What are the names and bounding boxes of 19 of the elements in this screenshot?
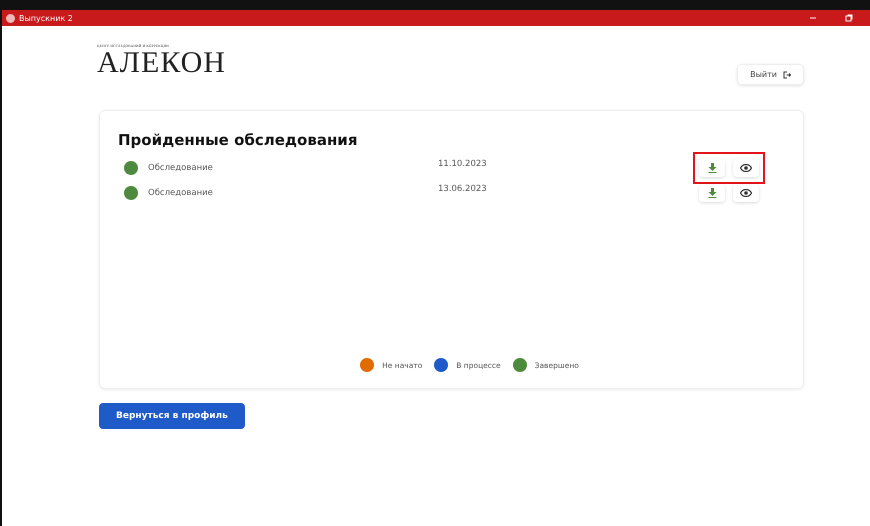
window-title: Выпускник 2 bbox=[19, 14, 74, 22]
card-title: Пройденные обследования bbox=[118, 131, 358, 149]
logo-text: АЛЕКОН bbox=[97, 48, 226, 78]
logout-icon bbox=[783, 70, 791, 78]
download-icon bbox=[708, 188, 716, 198]
survey-name: Обследование bbox=[148, 188, 214, 198]
app-icon bbox=[6, 14, 15, 22]
survey-name: Обследование bbox=[148, 162, 214, 172]
eye-icon bbox=[740, 188, 752, 196]
view-button[interactable] bbox=[733, 184, 759, 202]
logout-button[interactable]: Выйти bbox=[737, 64, 804, 85]
view-button[interactable] bbox=[733, 158, 759, 176]
survey-date: 11.10.2023 bbox=[438, 158, 488, 168]
download-button[interactable] bbox=[699, 158, 725, 176]
download-icon bbox=[708, 162, 716, 172]
download-button[interactable] bbox=[699, 184, 725, 202]
eye-icon bbox=[740, 164, 752, 172]
survey-date: 13.06.2023 bbox=[438, 184, 488, 194]
back-button[interactable]: Вернуться в профиль bbox=[99, 403, 245, 429]
